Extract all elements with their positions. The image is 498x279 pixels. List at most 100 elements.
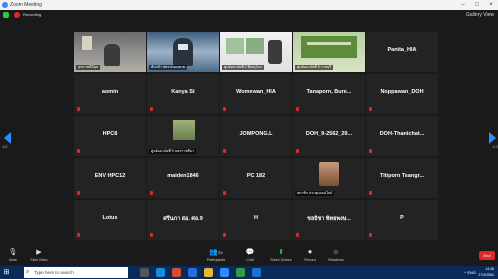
- participant-tile[interactable]: ENV HPC12: [74, 158, 146, 198]
- mute-button[interactable]: 🎙 Mute: [2, 248, 24, 263]
- participant-tile[interactable]: Noppawan_DOH: [366, 74, 438, 114]
- end-meeting-button[interactable]: End: [479, 251, 495, 260]
- participant-tile-active-speaker[interactable]: ศูนย์อนามัยที่ 5 ราชบุรี: [293, 32, 365, 72]
- participant-tile[interactable]: Kanya St: [147, 74, 219, 114]
- muted-mic-icon: [77, 107, 80, 111]
- participants-icon: 👥25: [209, 249, 223, 256]
- maximize-button[interactable]: □: [470, 0, 484, 10]
- participant-name: HPC8: [102, 131, 118, 137]
- participant-tile[interactable]: aomin: [74, 74, 146, 114]
- meeting-info-shield-icon[interactable]: [3, 12, 9, 18]
- participant-tile[interactable]: Womewan_HIA: [220, 74, 292, 114]
- participant-video-label: สุขภาพดีมีสุข: [76, 65, 101, 70]
- chrome-browser-icon[interactable]: [172, 268, 181, 277]
- recording-label: Recording: [23, 12, 42, 17]
- reactions-button[interactable]: ☺ Reactions: [324, 248, 348, 263]
- taskbar-search-box[interactable]: ⌕ Type here to search: [24, 267, 128, 278]
- muted-mic-icon: [296, 233, 299, 237]
- participant-name: aomin: [101, 89, 119, 95]
- participant-tile[interactable]: ศูนย์อนามัยที่ 2 พิษณุโลก: [220, 32, 292, 72]
- chat-label: Chat: [246, 258, 254, 262]
- task-view-icon[interactable]: [140, 268, 149, 277]
- taskbar-search-placeholder: Type here to search: [34, 270, 74, 275]
- arrow-right-icon: [489, 132, 496, 144]
- muted-mic-icon: [150, 107, 153, 111]
- page-indicator-left: 1/2: [2, 144, 8, 149]
- participant-name: maiden1846: [167, 173, 199, 179]
- participant-name: PC 182: [246, 173, 266, 179]
- window-title: Zoom Meeting: [10, 2, 42, 8]
- participant-tile[interactable]: ศรีนภา สอ. ศอ.9: [147, 200, 219, 240]
- chat-button[interactable]: 💬 Chat: [240, 248, 260, 263]
- participant-tile[interactable]: Panita_HIA: [366, 32, 438, 72]
- taskbar-clock[interactable]: 14:36 27/4/2564: [478, 267, 494, 278]
- previous-page-button[interactable]: 1/2: [2, 128, 14, 150]
- clock-date: 27/4/2564: [478, 272, 494, 277]
- participant-tile[interactable]: สุขภาพดีมีสุข: [74, 32, 146, 72]
- start-video-button[interactable]: ▶ Start Video: [26, 248, 52, 263]
- participant-tile[interactable]: Titiporn Tsangr...: [366, 158, 438, 198]
- participant-tile[interactable]: H: [220, 200, 292, 240]
- participant-tile[interactable]: Tanaporn, Bure...: [293, 74, 365, 114]
- participant-tile[interactable]: ต้นกล้า สสจ.หนองคาย: [147, 32, 219, 72]
- next-page-button[interactable]: 1/2: [486, 128, 498, 150]
- muted-mic-icon: [369, 191, 372, 195]
- muted-mic-icon: [369, 149, 372, 153]
- zoom-taskbar-icon[interactable]: [220, 268, 229, 277]
- muted-mic-icon: [296, 149, 299, 153]
- participant-name: DOH_9-2562_29...: [305, 131, 353, 137]
- muted-mic-icon: [77, 233, 80, 237]
- record-button[interactable]: ⏺ Record: [300, 248, 320, 263]
- participant-tile[interactable]: maiden1846: [147, 158, 219, 198]
- gallery-view-button[interactable]: Gallery View: [466, 11, 494, 19]
- muted-mic-icon: [223, 233, 226, 237]
- muted-mic-icon: [77, 149, 80, 153]
- participant-name: DOH-Thanichat...: [379, 131, 425, 137]
- video-camera-icon: ▶: [36, 249, 42, 256]
- page-indicator-right: 1/2: [492, 144, 498, 149]
- participant-name: JOMPONG.L: [239, 131, 273, 137]
- muted-mic-icon: [223, 149, 226, 153]
- participant-tile[interactable]: DOH_9-2562_29...: [293, 116, 365, 156]
- participant-name: ENV HPC12: [94, 173, 126, 179]
- mute-label: Mute: [9, 258, 17, 262]
- share-screen-button[interactable]: ⬆ Share Screen: [266, 248, 296, 263]
- participant-name: Noppawan_DOH: [380, 89, 424, 95]
- participant-name: Panita_HIA: [387, 47, 417, 53]
- participant-name: Titiporn Tsangr...: [379, 173, 425, 179]
- muted-mic-icon: [296, 107, 299, 111]
- gallery-grid: สุขภาพดีมีสุข ต้นกล้า สสจ.หนองคาย ศูนย์อ…: [74, 32, 442, 242]
- muted-mic-icon: [369, 233, 372, 237]
- file-explorer-icon[interactable]: [204, 268, 213, 277]
- line-app-icon[interactable]: [236, 268, 245, 277]
- participant-tile[interactable]: ศูนย์อนามัยที่ 9 นครราชสีมา: [147, 116, 219, 156]
- participant-name: Womewan_HIA: [236, 89, 276, 95]
- windows-taskbar: ⊞ ⌕ Type here to search ^ ENG 14:36 27/4…: [0, 266, 498, 279]
- participant-tile[interactable]: ชลธิชา พิทยพงษ...: [293, 200, 365, 240]
- participant-video-label: สมาชิก ประชุมออนไลน์: [295, 191, 335, 196]
- participant-name: P: [400, 215, 404, 221]
- windows-start-icon[interactable]: ⊞: [2, 268, 11, 277]
- ie-browser-icon[interactable]: [188, 268, 197, 277]
- participant-tile[interactable]: DOH-Thanichat...: [366, 116, 438, 156]
- participant-tile[interactable]: P: [366, 200, 438, 240]
- participant-tile[interactable]: PC 182: [220, 158, 292, 198]
- word-app-icon[interactable]: [252, 268, 261, 277]
- participant-tile[interactable]: Lotus: [74, 200, 146, 240]
- close-button[interactable]: ×: [484, 0, 498, 10]
- chat-bubble-icon: 💬: [245, 249, 255, 256]
- muted-mic-icon: [150, 191, 153, 195]
- participant-video-label: ศูนย์อนามัยที่ 9 นครราชสีมา: [149, 149, 196, 154]
- participant-tile[interactable]: HPC8: [74, 116, 146, 156]
- muted-mic-icon: [150, 233, 153, 237]
- participant-tile[interactable]: สมาชิก ประชุมออนไลน์: [293, 158, 365, 198]
- participant-name: Lotus: [102, 215, 118, 221]
- meeting-toolbar: 🎙 Mute ▶ Start Video 👥25 Participants 💬 …: [0, 247, 498, 266]
- minimize-button[interactable]: –: [456, 0, 470, 10]
- meeting-header: Recording Gallery View: [0, 10, 498, 20]
- edge-browser-icon[interactable]: [156, 268, 165, 277]
- participants-button[interactable]: 👥25 Participants: [200, 248, 232, 263]
- participant-tile[interactable]: JOMPONG.L: [220, 116, 292, 156]
- system-tray[interactable]: ^ ENG: [464, 266, 476, 279]
- recording-indicator-icon: [14, 12, 20, 18]
